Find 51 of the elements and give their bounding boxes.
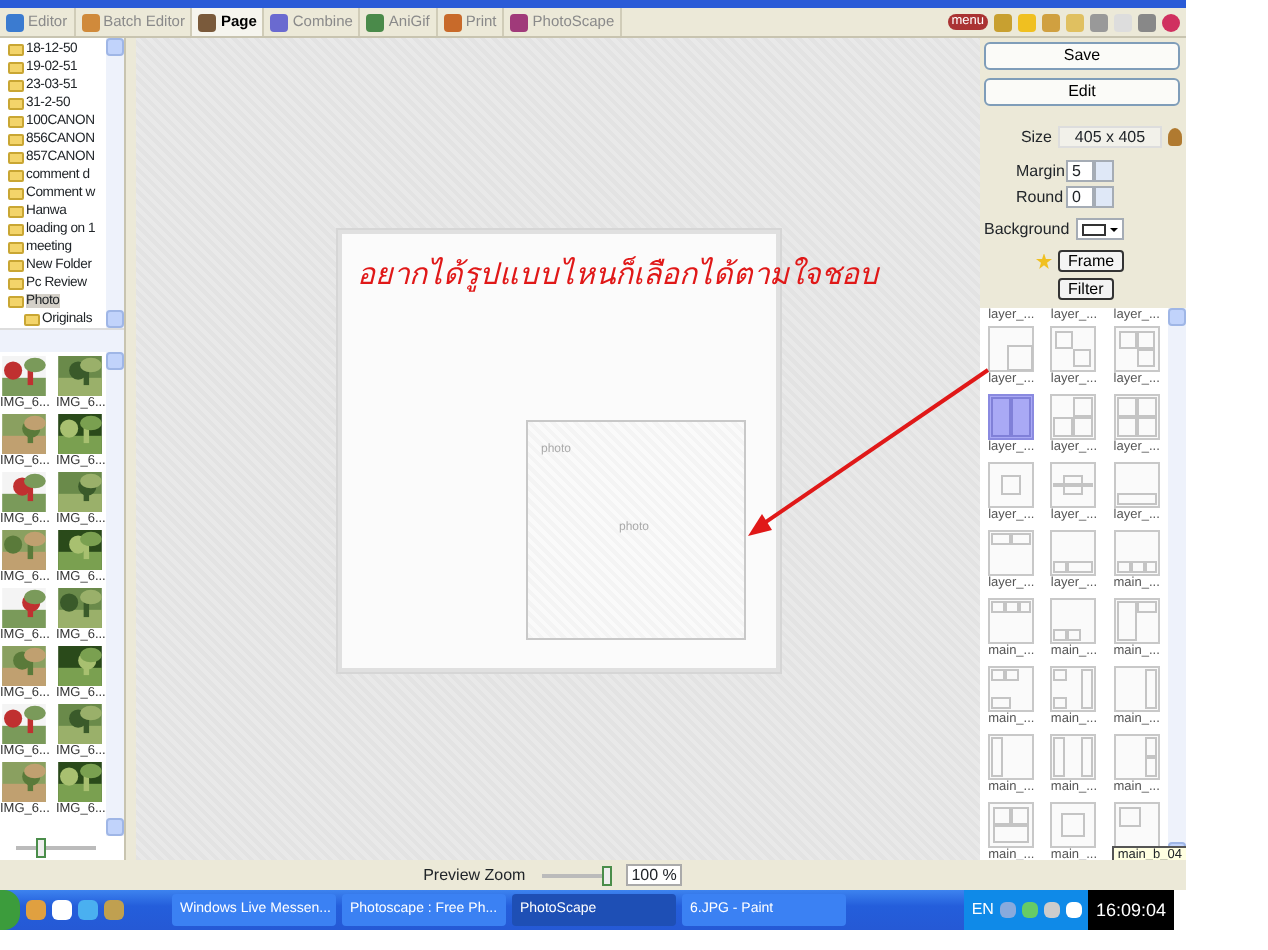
layout-thumbnail[interactable]: [1050, 394, 1097, 440]
layout-thumbnail[interactable]: [1050, 666, 1097, 712]
layout-thumbnail[interactable]: [1113, 394, 1160, 440]
layout-thumbnail[interactable]: [1050, 462, 1097, 508]
tab-icon: [443, 13, 462, 31]
language-indicator[interactable]: EN: [971, 900, 994, 920]
layout-thumbnail[interactable]: [988, 326, 1035, 372]
layout-thumbnail[interactable]: [988, 462, 1035, 508]
panel-button[interactable]: Save: [984, 42, 1180, 70]
field-label: Round: [1016, 187, 1060, 207]
tab-icon: [198, 13, 217, 31]
layout-thumbnail[interactable]: [988, 802, 1035, 848]
layout-thumbnail[interactable]: [1050, 598, 1097, 644]
frame-button[interactable]: Frame: [1058, 250, 1125, 272]
layout-thumbnail[interactable]: [988, 530, 1035, 576]
scrollbar[interactable]: [106, 38, 124, 328]
scrollbar[interactable]: [0, 328, 124, 352]
filter-button[interactable]: Filter: [1058, 278, 1114, 300]
layout-thumbnail[interactable]: [1050, 530, 1097, 576]
layout-thumbnail[interactable]: [1113, 326, 1160, 372]
layout-thumbnail[interactable]: [988, 598, 1035, 644]
annotation-text: อยากได้รูปแบบไหนก็เลือกได้ตามใจชอบ: [357, 258, 879, 293]
start-button[interactable]: [0, 890, 20, 930]
tab-icon: [270, 13, 289, 31]
clock: 16:09:04: [1087, 890, 1174, 930]
layout-thumbnail[interactable]: [1050, 734, 1097, 780]
layout-thumbnail[interactable]: [988, 394, 1035, 440]
layout-thumbnail[interactable]: [1113, 666, 1160, 712]
background-label: Background: [984, 219, 1070, 239]
layout-thumbnail[interactable]: [988, 666, 1035, 712]
layout-thumbnail[interactable]: [1050, 802, 1097, 848]
panel-button[interactable]: Edit: [984, 78, 1180, 106]
tab-icon: [6, 13, 24, 31]
tab-icon: [366, 13, 385, 31]
lock-icon[interactable]: [1168, 128, 1182, 146]
tab-icon: [81, 13, 100, 31]
layout-thumbnail[interactable]: [1113, 598, 1160, 644]
layout-thumbnail[interactable]: [1113, 462, 1160, 508]
layout-thumbnail[interactable]: [1113, 802, 1160, 848]
size-label: Size: [1020, 127, 1052, 147]
color-picker[interactable]: [1075, 218, 1124, 240]
layout-thumbnail[interactable]: [1050, 326, 1097, 372]
tab-icon: [510, 13, 529, 31]
layout-thumbnail[interactable]: [1113, 734, 1160, 780]
size-field: 405 x 405: [1058, 126, 1162, 148]
zoom-value: 100 %: [625, 863, 683, 887]
field-label: Margin: [1016, 161, 1060, 181]
preview-zoom-label: Preview Zoom: [423, 865, 526, 885]
layout-thumbnail[interactable]: [988, 734, 1035, 780]
layout-thumbnail[interactable]: [1113, 530, 1160, 576]
scrollbar[interactable]: [106, 352, 124, 836]
